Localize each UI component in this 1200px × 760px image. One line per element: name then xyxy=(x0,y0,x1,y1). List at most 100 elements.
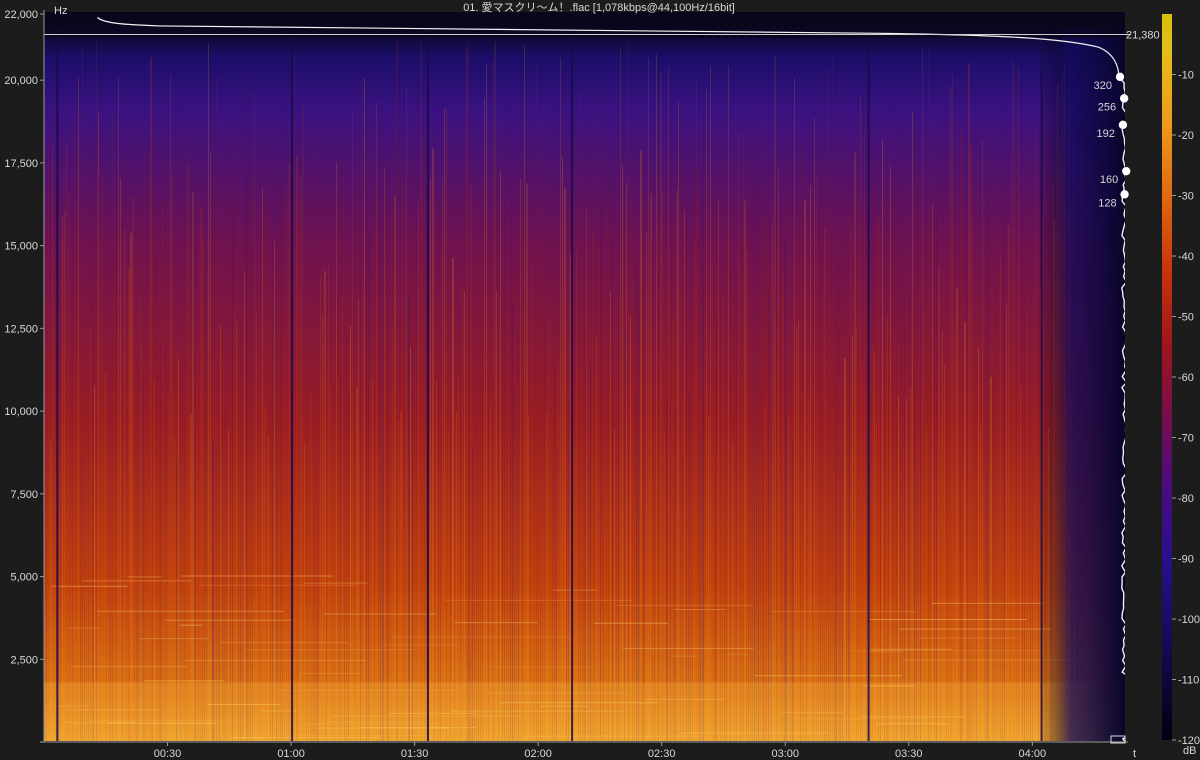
texture-stripe xyxy=(516,331,517,741)
texture-stripe xyxy=(328,263,329,741)
texture-stripe xyxy=(352,111,353,741)
cutoff-label: 21,380 xyxy=(1126,30,1160,42)
texture-stripe xyxy=(1006,304,1007,741)
texture-stripe xyxy=(942,331,943,741)
texture-stripe xyxy=(48,142,49,741)
texture-stripe xyxy=(924,279,925,741)
harmonic-line xyxy=(870,648,952,650)
texture-stripe xyxy=(338,251,339,741)
texture-stripe xyxy=(802,206,803,741)
texture-stripe xyxy=(1034,231,1035,741)
texture-stripe xyxy=(286,186,287,741)
texture-stripe xyxy=(744,200,746,741)
x-axis-ticks: 00:30 01:00 01:30 02:00 02:30 03:00 03:30 04:00 xyxy=(154,742,1046,760)
texture-stripe xyxy=(390,214,392,741)
texture-stripe xyxy=(564,188,566,741)
texture-stripe xyxy=(414,282,415,741)
texture-stripe xyxy=(510,105,511,741)
texture-stripe xyxy=(828,69,829,741)
texture-stripe xyxy=(970,144,972,741)
texture-stripe xyxy=(640,150,642,741)
texture-stripe xyxy=(720,225,721,741)
harmonic-line xyxy=(207,703,281,705)
texture-stripe xyxy=(988,85,989,741)
texture-stripe xyxy=(164,202,165,741)
texture-stripe xyxy=(998,272,999,741)
texture-stripe xyxy=(382,102,384,741)
harmonic-line xyxy=(754,675,903,677)
texture-stripe xyxy=(652,239,653,741)
texture-stripe xyxy=(492,61,494,741)
texture-stripe xyxy=(656,54,657,741)
texture-stripe xyxy=(110,250,111,741)
texture-stripe xyxy=(566,72,567,741)
texture-stripe xyxy=(422,139,423,741)
texture-stripe xyxy=(464,290,465,741)
texture-stripe xyxy=(500,170,501,741)
harmonic-line xyxy=(140,638,208,640)
texture-stripe xyxy=(148,298,149,741)
harmonic-line xyxy=(96,610,285,612)
texture-stripe xyxy=(344,248,345,741)
texture-stripe xyxy=(632,260,633,741)
harmonic-line xyxy=(770,611,917,613)
texture-stripe xyxy=(112,107,113,741)
texture-stripe xyxy=(454,207,455,741)
texture-stripe xyxy=(956,287,958,741)
texture-stripe xyxy=(738,132,739,741)
texture-stripe xyxy=(266,216,267,741)
y-tick-label: 2,500 xyxy=(10,654,38,666)
texture-stripe xyxy=(336,162,337,741)
x-tick-label: 03:30 xyxy=(895,748,923,760)
texture-stripe xyxy=(612,135,613,741)
texture-stripe xyxy=(272,135,273,741)
texture-stripe xyxy=(826,182,827,741)
texture-stripe xyxy=(1016,79,1017,741)
harmonic-line xyxy=(932,602,1044,604)
texture-stripe xyxy=(504,198,505,741)
texture-stripe xyxy=(418,202,419,741)
texture-stripe xyxy=(912,111,913,741)
texture-stripe xyxy=(240,318,241,741)
texture-stripe xyxy=(482,286,483,741)
spectrogram-view: 21,380 320 256 192 160 128 2,500 5,000 7,500 10… xyxy=(4,1,1200,760)
texture-stripe xyxy=(722,292,723,741)
colorbar-ticks: -10-20-30-40-50-60-70-80-90-100-110-120 xyxy=(1172,70,1200,747)
x-tick-label: 00:30 xyxy=(154,748,182,760)
texture-stripe xyxy=(172,173,173,741)
texture-stripe xyxy=(686,289,687,741)
texture-stripe xyxy=(1030,172,1031,741)
texture-stripe xyxy=(1014,64,1015,741)
texture-stripe xyxy=(444,108,445,741)
harmonic-line xyxy=(454,622,539,624)
x-tick-label: 02:00 xyxy=(524,748,552,760)
y-tick-label: 7,500 xyxy=(10,489,38,501)
texture-stripe xyxy=(636,262,637,741)
harmonic-line xyxy=(244,649,415,651)
texture-stripe xyxy=(592,230,593,741)
texture-stripe xyxy=(1000,252,1001,741)
texture-stripe xyxy=(798,319,799,741)
texture-stripe xyxy=(72,199,73,741)
texture-stripe xyxy=(450,253,451,741)
texture-stripe xyxy=(520,179,521,741)
texture-stripe xyxy=(114,271,115,741)
quiet-line xyxy=(571,26,574,741)
harmonic-line xyxy=(324,613,436,615)
low-frequency-band xyxy=(44,682,1089,741)
texture-stripe xyxy=(740,260,741,741)
texture-stripe xyxy=(202,234,203,741)
texture-stripe xyxy=(192,192,194,741)
texture-stripe xyxy=(130,233,132,741)
texture-stripe xyxy=(1022,91,1023,741)
texture-stripe xyxy=(534,338,535,741)
texture-stripe xyxy=(226,322,227,741)
texture-stripe xyxy=(570,254,571,741)
texture-stripe xyxy=(284,332,285,741)
texture-stripe xyxy=(66,143,67,741)
y-tick-label: 15,000 xyxy=(4,241,38,253)
bitrate-marker-dot xyxy=(1122,166,1131,176)
texture-stripe xyxy=(214,128,215,741)
bitrate-marker-label: 256 xyxy=(1098,101,1116,113)
texture-stripe xyxy=(800,146,801,741)
